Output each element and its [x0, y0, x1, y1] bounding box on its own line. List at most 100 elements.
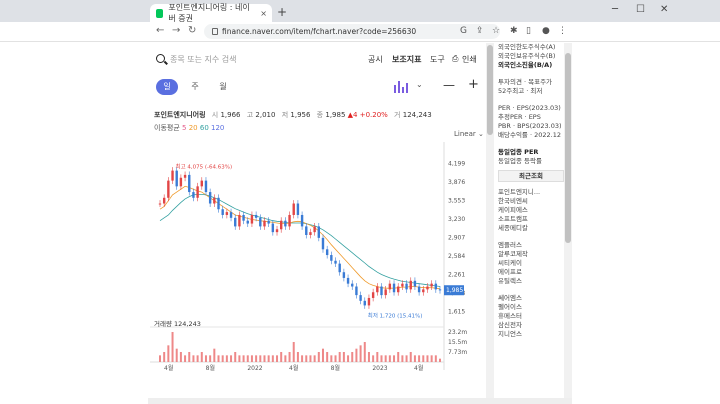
volume-value: 124,243	[402, 111, 432, 119]
ma-120[interactable]: 120	[211, 124, 224, 132]
zoom-out-button[interactable]: —	[443, 78, 455, 92]
menu-indicators[interactable]: 보조지표	[392, 54, 421, 65]
zoom-in-button[interactable]: +	[468, 77, 479, 92]
new-tab-button[interactable]: +	[277, 5, 287, 19]
candle-body	[167, 180, 170, 198]
foreign-ownership-item: 외국인보유주식수(B)	[498, 52, 556, 60]
volume-bar	[409, 352, 412, 362]
recent-stock-link[interactable]: 세종메디칼	[498, 224, 564, 233]
more-menu-icon[interactable]: ⋮	[558, 26, 567, 36]
recent-stock-link[interactable]: 펠어이스	[498, 303, 564, 312]
period-day-button[interactable]: 일	[156, 79, 178, 95]
volume-tick-label: 15.5m	[448, 339, 467, 346]
recent-stock-link[interactable]: 삼신전자	[498, 321, 564, 330]
candlestick-icon[interactable]	[394, 81, 408, 93]
recent-stock-link[interactable]: 알루코제작	[498, 250, 564, 259]
y-tick-label: 3,553	[448, 197, 465, 204]
browser-tab[interactable]: 포인트엔지니어링 : 네이버 증권 ×	[150, 3, 272, 23]
scale-selector[interactable]: Linear ⌄	[454, 130, 484, 138]
candle-body	[292, 203, 295, 215]
candle-body	[284, 220, 287, 227]
candle-body	[321, 237, 325, 250]
recent-stock-link[interactable]: 씨티케이	[498, 259, 564, 268]
recent-stock-link[interactable]: 케이피에스	[498, 206, 564, 215]
back-icon[interactable]: ←	[156, 25, 164, 36]
period-selector: 일 주 월 ⌄ — +	[148, 77, 486, 96]
period-week-button[interactable]: 주	[184, 79, 206, 95]
menu-print[interactable]: 인쇄	[462, 54, 477, 65]
volume-bar	[359, 345, 362, 362]
recent-stock-link[interactable]: 에이프로	[498, 268, 564, 277]
browser-tab-strip: 포인트엔지니어링 : 네이버 증권 × + ─ ☐ ✕	[0, 0, 720, 23]
share-icon[interactable]: ⇪	[476, 26, 484, 36]
recent-stock-link[interactable]: 휴메스터	[498, 312, 564, 321]
menu-tools[interactable]: 도구	[430, 54, 445, 65]
period-month-button[interactable]: 월	[212, 79, 234, 95]
reload-icon[interactable]: ↻	[188, 25, 196, 36]
horizontal-scrollbar[interactable]	[148, 398, 572, 404]
ma-20[interactable]: 20	[189, 124, 198, 132]
profile-icon[interactable]: ●	[542, 26, 550, 36]
recent-stock-link[interactable]: 한국비엔씨	[498, 197, 564, 206]
volume-bar	[204, 355, 207, 362]
candle-body	[409, 280, 412, 290]
current-price-label: 1,985	[446, 287, 463, 294]
minimize-icon[interactable]: ─	[612, 4, 618, 15]
recent-stock-link[interactable]: 지니언스	[498, 330, 564, 339]
page-scrollbar[interactable]	[486, 43, 494, 404]
chevron-down-icon[interactable]: ⌄	[416, 80, 423, 89]
sector-item: 동일업종 등락률	[498, 157, 542, 165]
recent-views-header[interactable]: 최근조회	[498, 170, 564, 182]
stock-search-input[interactable]: 종목 또는 지수 검색	[170, 54, 237, 65]
ma-label: 이동평균	[154, 124, 180, 132]
naver-favicon-icon	[156, 8, 164, 18]
tab-close-icon[interactable]: ×	[260, 9, 267, 18]
foreign-ownership-item: 외국인한도주식수(A)	[498, 43, 556, 51]
print-icon[interactable]: ⎙	[452, 54, 458, 64]
close-window-icon[interactable]: ✕	[660, 4, 668, 15]
volume-bar	[430, 355, 433, 362]
recent-stock-link[interactable]: 유틸렉스	[498, 277, 564, 286]
url-bar[interactable]: finance.naver.com/item/fchart.naver?code…	[204, 24, 500, 39]
volume-bar	[380, 355, 383, 362]
high-value: 2,010	[255, 111, 276, 119]
y-tick-label: 4,199	[448, 161, 465, 168]
page-scrollbar-thumb[interactable]	[487, 45, 493, 135]
volume-bar	[267, 355, 270, 362]
volume-bar	[288, 352, 291, 362]
open-value: 1,966	[220, 111, 241, 119]
sidebar-toggle-icon[interactable]: ▯	[526, 26, 531, 36]
candle-body	[242, 214, 245, 221]
extensions-icon[interactable]: ✱	[510, 26, 518, 36]
recent-stock-link[interactable]: 포인트엔지니...	[498, 188, 564, 197]
x-tick-label: 4월	[289, 364, 298, 372]
close-label: 종	[316, 111, 324, 119]
candle-body	[271, 223, 275, 233]
candle-body	[325, 249, 329, 256]
sidebar-scrollbar-thumb[interactable]	[565, 53, 571, 243]
ma-60[interactable]: 60	[200, 124, 209, 132]
google-icon[interactable]: G	[460, 26, 467, 36]
candle-body	[288, 214, 291, 227]
star-icon[interactable]: ☆	[492, 26, 500, 36]
candle-body	[263, 220, 266, 227]
volume-bar	[179, 352, 182, 362]
recent-stock-link[interactable]: 쎄어엠스	[498, 294, 564, 303]
maximize-icon[interactable]: ☐	[636, 4, 645, 15]
sidebar-scrollbar[interactable]	[564, 43, 572, 404]
forward-icon[interactable]: →	[172, 25, 180, 36]
volume-bar	[246, 355, 249, 362]
ma-5[interactable]: 5	[182, 124, 186, 132]
recent-stock-link[interactable]: 소프트캠프	[498, 215, 564, 224]
candle-body	[426, 286, 429, 290]
menu-disclosure[interactable]: 공시	[368, 54, 383, 65]
candle-body	[417, 286, 421, 293]
search-icon[interactable]	[156, 54, 165, 63]
volume-bar	[242, 355, 245, 362]
volume-bar	[238, 355, 241, 362]
price-chart[interactable]: 4,1993,8763,5533,2302,9072,5842,2611,938…	[150, 142, 486, 372]
candle-body	[342, 272, 346, 278]
recent-stock-link[interactable]: 엠플러스	[498, 241, 564, 250]
close-value: 1,985	[325, 111, 346, 119]
